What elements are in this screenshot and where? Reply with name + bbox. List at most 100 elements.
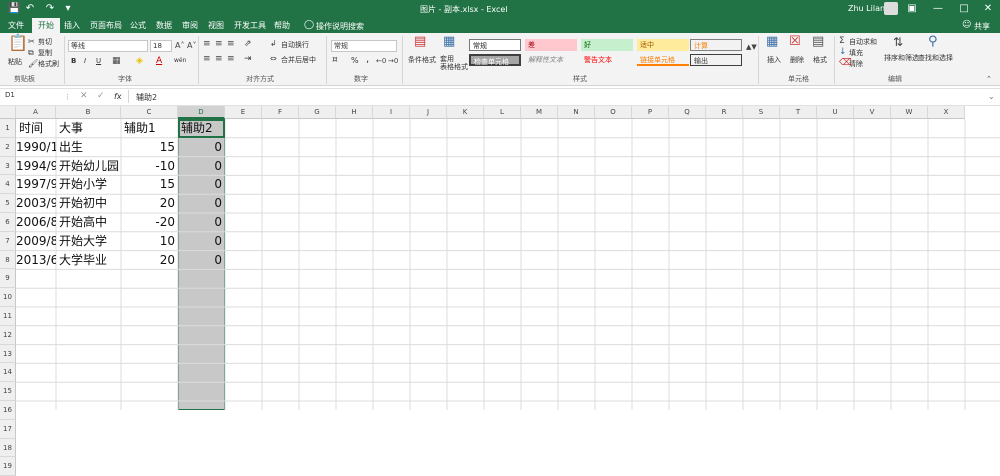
cell-c6[interactable]: -20 [121,213,178,232]
tab-data[interactable]: 数据 [154,18,174,33]
align-left-icon[interactable]: ≡ [203,53,211,65]
sheet-grid[interactable]: A B C D E F G H I J K L M N O P Q R S T U V W X 1 2 3 4 5 6 7 8 9 10 11 12 1… [0,106,1000,476]
delete-cells-button[interactable]: 删除 [790,55,804,65]
row-header-16[interactable]: 16 [0,401,16,420]
clear-button[interactable]: 清除 [849,59,863,69]
cell-a7[interactable]: 2009/8/30 [16,232,56,251]
cell-d6[interactable]: 0 [178,213,225,232]
cell-c7[interactable]: 10 [121,232,178,251]
sort-filter-icon[interactable]: ⇅ [893,36,903,48]
undo-icon[interactable]: ↶ [24,3,36,15]
tab-file[interactable]: 文件 [4,18,28,33]
indent-icon[interactable]: ⇥ [244,53,252,65]
column-header-l[interactable]: L [484,106,521,119]
align-bottom-icon[interactable]: ≡ [227,38,235,50]
cell-c2[interactable]: 15 [121,138,178,157]
column-header-t[interactable]: T [780,106,817,119]
conditional-format-button[interactable]: 条件格式 [408,55,436,65]
style-neutral[interactable]: 适中 [637,39,689,51]
paste-icon[interactable]: 📋 [8,35,28,51]
font-shrink-icon[interactable]: A˅ [187,40,196,52]
enter-icon[interactable]: ✓ [97,90,105,102]
find-select-icon[interactable]: ⚲ [928,35,938,48]
cell-a1[interactable]: 时间 [16,119,56,138]
table-format-icon[interactable]: ▦ [443,35,455,48]
cell-d3[interactable]: 0 [178,157,225,176]
tab-page-layout[interactable]: 页面布局 [88,18,124,33]
tab-developer[interactable]: 开发工具 [232,18,268,33]
tab-insert[interactable]: 插入 [62,18,82,33]
font-grow-icon[interactable]: A˄ [175,40,184,52]
save-icon[interactable]: 💾 [8,3,20,15]
row-header-3[interactable]: 3 [0,156,16,176]
autosum-button[interactable]: 自动求和 [849,37,877,47]
cell-a3[interactable]: 1994/9/10 [16,157,56,176]
cell-a6[interactable]: 2006/8/15 [16,213,56,232]
insert-cells-button[interactable]: 插入 [767,55,781,65]
tab-view[interactable]: 视图 [206,18,226,33]
number-format-select[interactable]: 常规 [331,40,397,52]
tab-review[interactable]: 审阅 [180,18,200,33]
fill-color-icon[interactable]: ◈ [136,55,143,67]
cell-b2[interactable]: 出生 [56,138,121,157]
style-calculation[interactable]: 计算 [690,39,742,51]
column-header-n[interactable]: N [558,106,595,119]
row-header-4[interactable]: 4 [0,175,16,195]
row-header-11[interactable]: 11 [0,307,16,326]
cell-b8[interactable]: 大学毕业 [56,251,121,270]
copy-button[interactable]: 复制 [38,48,52,58]
customize-icon[interactable]: ▾ [62,3,74,15]
column-header-h[interactable]: H [336,106,373,119]
table-format-button[interactable]: 套用 表格格式 [440,55,468,71]
column-header-a[interactable]: A [16,106,56,119]
column-header-q[interactable]: Q [669,106,706,119]
style-check-cell[interactable]: 检查单元格 [469,54,521,66]
column-header-u[interactable]: U [817,106,854,119]
column-header-f[interactable]: F [262,106,299,119]
cell-d2[interactable]: 0 [178,138,225,157]
row-header-1[interactable]: 1 [0,119,16,138]
cell-a2[interactable]: 1990/10/1 [16,138,56,157]
tab-home[interactable]: 开始 [32,18,60,33]
cell-b7[interactable]: 开始大学 [56,232,121,251]
row-header-12[interactable]: 12 [0,325,16,345]
cell-b1[interactable]: 大事 [56,119,121,138]
insert-cells-icon[interactable]: ▦ [766,35,778,48]
formula-input[interactable]: 辅助2 [136,92,157,103]
row-header-10[interactable]: 10 [0,288,16,307]
align-top-icon[interactable]: ≡ [203,38,211,50]
cell-d8[interactable]: 0 [178,251,225,270]
column-header-k[interactable]: K [447,106,484,119]
column-header-r[interactable]: R [706,106,743,119]
row-header-9[interactable]: 9 [0,269,16,289]
cell-c4[interactable]: 15 [121,175,178,194]
cell-b5[interactable]: 开始初中 [56,194,121,213]
decrease-decimal-icon[interactable]: →0 [388,55,398,67]
avatar[interactable] [884,2,898,15]
row-header-2[interactable]: 2 [0,137,16,157]
tell-me-search[interactable]: 操作说明搜索 [316,21,364,32]
row-header-17[interactable]: 17 [0,419,16,439]
minimize-icon[interactable]: — [932,3,944,15]
style-output[interactable]: 输出 [690,54,742,66]
merge-center-icon[interactable]: ⇔ [270,53,277,65]
close-icon[interactable]: ✕ [982,3,994,15]
cell-a4[interactable]: 1997/9/1 [16,175,56,194]
row-header-6[interactable]: 6 [0,213,16,232]
column-header-b[interactable]: B [56,106,121,119]
format-painter-button[interactable]: 格式刷 [38,59,59,69]
style-explanatory[interactable]: 解释性文本 [525,54,577,66]
font-name-select[interactable]: 等线 [68,40,148,52]
column-header-p[interactable]: P [632,106,669,119]
border-icon[interactable]: ▦ [112,55,121,67]
user-name[interactable]: Zhu Lilan [848,4,885,13]
row-header-7[interactable]: 7 [0,231,16,251]
comma-button[interactable]: , [366,54,369,65]
italic-button[interactable]: I [84,57,86,65]
row-header-15[interactable]: 15 [0,382,16,401]
phonetic-button[interactable]: wén [174,57,186,64]
column-header-c[interactable]: C [121,106,178,119]
ribbon-display-icon[interactable]: ▣ [906,3,918,15]
find-select-button[interactable]: 查找和选择 [918,53,953,63]
row-header-14[interactable]: 14 [0,363,16,383]
